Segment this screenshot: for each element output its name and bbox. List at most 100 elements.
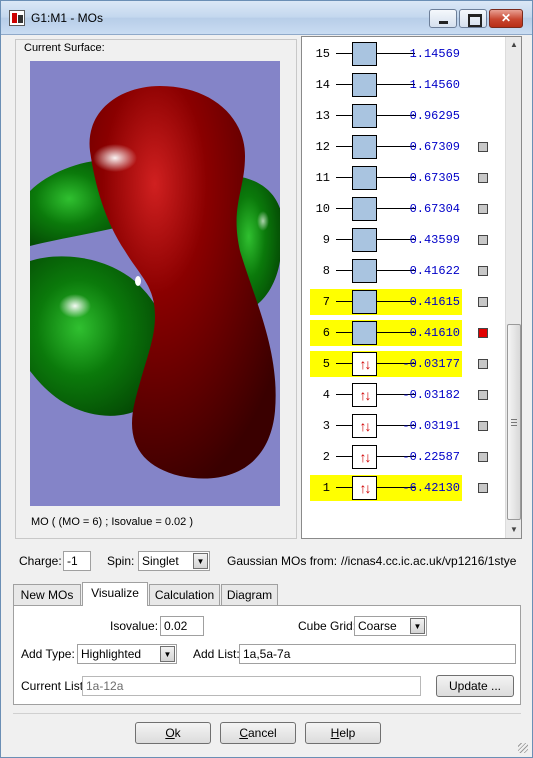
mo-level-row[interactable]: 4 ↑↓ -0.03182 — [310, 382, 505, 408]
mo-level-list: 15 1.14569 14 1.14560 13 0.96295 12 0.67309 11 0.… — [302, 37, 505, 538]
tab-visualize[interactable]: Visualize — [82, 582, 148, 606]
scroll-up-arrow-icon[interactable]: ▲ — [506, 37, 522, 53]
scroll-down-arrow-icon[interactable]: ▼ — [506, 522, 522, 538]
title-bar[interactable]: G1:M1 - MOs ✕ — [1, 1, 532, 35]
scroll-grip-icon — [511, 419, 517, 426]
mo-level-row[interactable]: 1 ↑↓ -6.42130 — [310, 475, 505, 501]
occupied-orbital-box[interactable]: ↑↓ — [352, 383, 377, 407]
close-button[interactable]: ✕ — [489, 9, 523, 28]
window-title: G1:M1 - MOs — [31, 11, 104, 25]
mo-select-checkbox[interactable] — [478, 235, 488, 245]
occupied-orbital-box[interactable]: ↑↓ — [352, 352, 377, 376]
virtual-orbital-box[interactable] — [352, 290, 377, 314]
mo-select-checkbox[interactable] — [478, 390, 488, 400]
spin-select[interactable]: Singlet ▼ — [138, 551, 210, 571]
mo-level-number: 15 — [315, 47, 330, 61]
mo-level-number: 8 — [322, 264, 330, 278]
specular-highlight-red — [93, 144, 137, 172]
virtual-orbital-box[interactable] — [352, 228, 377, 252]
add-list-field[interactable]: 1a,5a-7a — [239, 644, 516, 664]
chevron-down-icon: ▼ — [193, 553, 208, 569]
mo-select-checkbox[interactable] — [478, 421, 488, 431]
mo-level-row[interactable]: 11 0.67305 — [310, 165, 505, 191]
update-button[interactable]: Update ... — [436, 675, 514, 697]
virtual-orbital-box[interactable] — [352, 197, 377, 221]
mo-energy-value: 0.67305 — [409, 171, 460, 185]
mo-select-checkbox-active[interactable] — [478, 328, 488, 338]
mo-level-row[interactable]: 13 0.96295 — [310, 103, 505, 129]
mo-select-checkbox[interactable] — [478, 297, 488, 307]
help-button[interactable]: Help — [305, 722, 381, 744]
mo-level-row[interactable]: 2 ↑↓ -0.22587 — [310, 444, 505, 470]
mo-level-row[interactable]: 6 0.41610 — [310, 320, 505, 346]
mo-list-scrollbar[interactable]: ▲ ▼ — [505, 37, 521, 538]
mo-energy-value: -0.03182 — [402, 388, 460, 402]
mo-level-number: 5 — [322, 357, 330, 371]
virtual-orbital-box[interactable] — [352, 259, 377, 283]
mo-level-row[interactable]: 15 1.14569 — [310, 41, 505, 67]
cancel-button[interactable]: Cancel — [220, 722, 296, 744]
mo-select-checkbox[interactable] — [478, 266, 488, 276]
resize-grip-icon[interactable] — [518, 743, 528, 753]
mo-select-checkbox[interactable] — [478, 142, 488, 152]
electron-pair-icon: ↑↓ — [359, 480, 372, 496]
mo-level-number: 3 — [322, 419, 330, 433]
virtual-orbital-box[interactable] — [352, 73, 377, 97]
virtual-orbital-box[interactable] — [352, 321, 377, 345]
mo-level-row[interactable]: 7 0.41615 — [310, 289, 505, 315]
gaussview-app-icon — [9, 10, 25, 26]
scroll-thumb[interactable] — [507, 324, 521, 520]
mo-level-row[interactable]: 3 ↑↓ -0.03191 — [310, 413, 505, 439]
mo-select-checkbox[interactable] — [478, 204, 488, 214]
mo-energy-value: 0.41610 — [409, 326, 460, 340]
mo-level-row[interactable]: 14 1.14560 — [310, 72, 505, 98]
maximize-button[interactable] — [459, 9, 487, 28]
current-list-label: Current List: — [21, 679, 87, 693]
mo-energy-value: 0.96295 — [409, 109, 460, 123]
tab-new-mos[interactable]: New MOs — [13, 584, 81, 606]
occupied-orbital-box[interactable]: ↑↓ — [352, 414, 377, 438]
footer-divider — [13, 713, 521, 714]
virtual-orbital-box[interactable] — [352, 166, 377, 190]
mo-energy-value: 1.14560 — [409, 78, 460, 92]
mo-select-checkbox[interactable] — [478, 359, 488, 369]
virtual-orbital-box[interactable] — [352, 42, 377, 66]
occupied-orbital-box[interactable]: ↑↓ — [352, 476, 377, 500]
mo-level-number: 12 — [315, 140, 330, 154]
specular-highlight-green-right — [257, 211, 269, 231]
isovalue-field[interactable]: 0.02 — [160, 616, 204, 636]
add-type-label: Add Type: — [21, 647, 75, 661]
charge-field[interactable]: -1 — [63, 551, 91, 571]
mo-select-checkbox[interactable] — [478, 483, 488, 493]
mo-energy-value: 1.14569 — [409, 47, 460, 61]
spin-label: Spin: — [107, 554, 135, 568]
mo-level-number: 14 — [315, 78, 330, 92]
add-type-select[interactable]: Highlighted ▼ — [77, 644, 177, 664]
electron-pair-icon: ↑↓ — [359, 418, 372, 434]
cancel-label-rest: ancel — [247, 726, 277, 740]
close-icon: ✕ — [500, 11, 512, 25]
minimize-button[interactable] — [429, 9, 457, 28]
tab-diagram[interactable]: Diagram — [221, 584, 278, 606]
ok-button[interactable]: Ok — [135, 722, 211, 744]
mo-level-number: 13 — [315, 109, 330, 123]
virtual-orbital-box[interactable] — [352, 135, 377, 159]
tab-calculation[interactable]: Calculation — [149, 584, 220, 606]
mo-level-row[interactable]: 10 0.67304 — [310, 196, 505, 222]
mo-level-row[interactable]: 5 ↑↓ -0.03177 — [310, 351, 505, 377]
mo-energy-value: 0.67309 — [409, 140, 460, 154]
mo-level-row[interactable]: 9 0.43599 — [310, 227, 505, 253]
mo-select-checkbox[interactable] — [478, 452, 488, 462]
help-label-rest: elp — [339, 726, 356, 740]
cancel-mnemonic: C — [239, 726, 248, 740]
orbital-viewport[interactable] — [30, 61, 280, 506]
current-surface-label: Current Surface: — [24, 42, 105, 54]
mo-level-number: 2 — [322, 450, 330, 464]
occupied-orbital-box[interactable]: ↑↓ — [352, 445, 377, 469]
mo-level-row[interactable]: 8 0.41622 — [310, 258, 505, 284]
virtual-orbital-box[interactable] — [352, 104, 377, 128]
cube-grid-select[interactable]: Coarse ▼ — [354, 616, 427, 636]
mo-select-checkbox[interactable] — [478, 173, 488, 183]
mo-level-row[interactable]: 12 0.67309 — [310, 134, 505, 160]
mo-energy-value: -0.03177 — [402, 357, 460, 371]
